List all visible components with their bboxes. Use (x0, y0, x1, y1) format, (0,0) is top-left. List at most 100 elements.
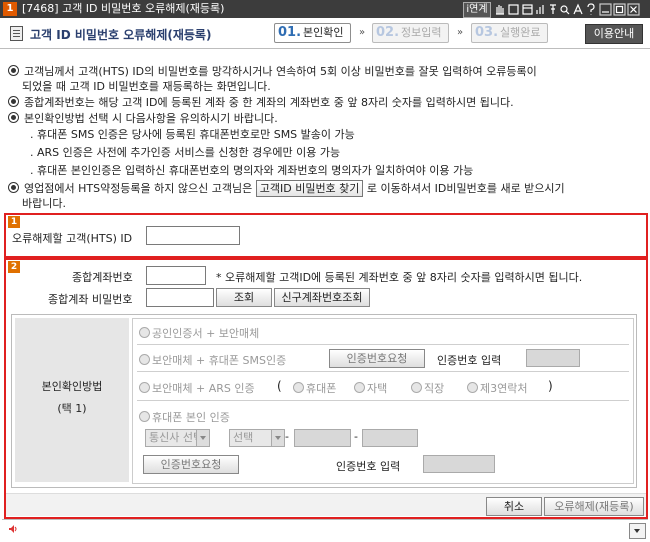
bullet-icon (8, 65, 19, 76)
window-toolbar-icons (496, 3, 640, 16)
info-line: 종합계좌번호는 해당 고객 ID에 등록된 계좌 중 한 계좌의 계좌번호 중 … (8, 95, 514, 111)
radio-ars[interactable] (139, 382, 150, 393)
info-text: 종합계좌번호는 해당 고객 ID에 등록된 계좌 중 한 계좌의 계좌번호 중 … (24, 96, 514, 109)
info-line: 본인확인방법 선택 시 다음사항을 유의하시기 바랍니다. (8, 111, 278, 127)
step-1-number: 01. (278, 25, 302, 40)
radio-certificate[interactable] (139, 327, 150, 338)
account-number-note: * 오류해제할 고객ID에 등록된 계좌번호 중 앞 8자리 숫자를 입력하시면… (216, 271, 583, 284)
section-2: 2 종합계좌번호 * 오류해제할 고객ID에 등록된 계좌번호 중 앞 8자리 … (4, 258, 648, 519)
step-arrow-icon: » (457, 27, 464, 38)
question-icon (587, 3, 595, 15)
section-1: 1 오류해제할 고객(HTS) ID (4, 213, 648, 258)
status-bar (2, 519, 648, 540)
section-1-badge: 1 (8, 216, 20, 228)
document-icon (10, 26, 23, 41)
pin-icon (550, 4, 556, 14)
option-sms[interactable]: 보안매체 + 휴대폰 SMS인증 (139, 352, 286, 368)
chevron-down-icon (271, 430, 284, 446)
ars-option-third-label: 제3연락처 (480, 382, 528, 395)
step-3-label: 실행완료 (500, 26, 541, 39)
option-certificate-label: 공인인증서 + 보안매체 (152, 327, 260, 340)
square-icon (522, 4, 533, 15)
carrier-select-value: 통신사 선택 (149, 431, 204, 444)
page-title: 고객 ID 비밀번호 오류해제(재등록) (30, 28, 212, 42)
account-password-input[interactable] (146, 288, 214, 307)
ars-open-paren: ( (277, 379, 282, 393)
phone-dash: - (285, 430, 289, 443)
step-2-number: 02. (376, 25, 400, 40)
method-label-cell: 본인확인방법 (택 1) (15, 318, 129, 482)
hand-icon (496, 5, 504, 15)
phone-prefix-value: 선택 (233, 431, 254, 444)
verification-method-table: 본인확인방법 (택 1) 공인인증서 + 보안매체 보안매체 + 휴대폰 SMS… (11, 314, 637, 488)
step-2: 02. 정보입력 (372, 23, 449, 43)
ars-close-paren: ) (548, 379, 553, 393)
account-password-label: 종합계좌 비밀번호 (48, 293, 133, 306)
hts-id-input[interactable] (146, 226, 240, 245)
phone-prefix-select[interactable]: 선택 (229, 429, 285, 447)
usage-guide-button[interactable]: 이용안내 (585, 24, 643, 44)
method-options-cell: 공인인증서 + 보안매체 보안매체 + 휴대폰 SMS인증 인증번호요청 인증번… (132, 318, 634, 484)
step-1: 01. 본인확인 (274, 23, 351, 43)
new-account-lookup-button[interactable]: 신구계좌번호조회 (274, 288, 370, 307)
ars-option-third[interactable]: 제3연락처 (467, 380, 527, 396)
bullet-icon (8, 96, 19, 107)
phone-dash: - (354, 430, 358, 443)
option-certificate[interactable]: 공인인증서 + 보안매체 (139, 325, 259, 341)
mobile-code-input[interactable] (423, 455, 495, 473)
account-number-input[interactable] (146, 266, 206, 285)
mobile-request-code-button[interactable]: 인증번호요청 (143, 455, 239, 474)
option-mobile-label: 휴대폰 본인 인증 (152, 411, 230, 424)
info-subline: . 휴대폰 SMS 인증은 당사에 등록된 휴대폰번호로만 SMS 발송이 가능 (30, 128, 355, 141)
option-sms-label: 보안매체 + 휴대폰 SMS인증 (152, 354, 287, 367)
info-subline: . 휴대폰 본인인증은 입력하신 휴대폰번호의 명의자와 계좌번호의 명의자가 … (30, 164, 474, 177)
radio-ars-work[interactable] (411, 382, 422, 393)
find-id-password-button[interactable]: 고객ID 비밀번호 찾기 (255, 180, 364, 197)
submit-reregister-button[interactable]: 오류해제(재등록) (544, 497, 644, 516)
page-header: 고객 ID 비밀번호 오류해제(재등록) 01. 본인확인 » 02. 정보입력 »… (0, 18, 650, 49)
info-subline: . ARS 인증은 사전에 추가인증 서비스를 신청한 경우에만 이용 가능 (30, 146, 341, 159)
sms-request-code-button[interactable]: 인증번호요청 (329, 349, 425, 368)
option-mobile[interactable]: 휴대폰 본인 인증 (139, 409, 230, 425)
step-1-label: 본인확인 (303, 26, 344, 39)
info-line: 고객님께서 고객(HTS) ID의 비밀번호를 망각하시거나 연속하여 5회 이… (8, 64, 537, 80)
info-line: 되었을 때 고객 ID 비밀번호를 재등록하는 화면입니다. (22, 80, 271, 93)
lookup-button[interactable]: 조회 (216, 288, 272, 307)
window-title-bar[interactable]: 1 [7468] 고객 ID 비밀번호 오류해제(재등록) i연계 (0, 0, 650, 18)
info-line: 바랍니다. (22, 197, 66, 210)
option-ars[interactable]: 보안매체 + ARS 인증 (139, 380, 255, 396)
mobile-code-label: 인증번호 입력 (336, 460, 401, 473)
phone-middle-input[interactable] (294, 429, 351, 447)
radio-ars-third[interactable] (467, 382, 478, 393)
radio-mobile[interactable] (139, 411, 150, 422)
radio-sms[interactable] (139, 354, 150, 365)
method-label: 본인확인방법 (41, 380, 103, 393)
ars-option-phone-label: 휴대폰 (306, 382, 337, 395)
cancel-button[interactable]: 취소 (486, 497, 542, 516)
step-3-number: 03. (475, 25, 499, 40)
sms-code-input[interactable] (526, 349, 580, 367)
ars-option-phone[interactable]: 휴대폰 (293, 380, 336, 396)
step-3: 03. 실행완료 (471, 23, 548, 43)
radio-ars-phone[interactable] (293, 382, 304, 393)
bullet-icon (8, 112, 19, 123)
carrier-select[interactable]: 통신사 선택 (145, 429, 210, 447)
info-line: 영업점에서 HTS약정등록을 하지 않으신 고객님은 고객ID 비밀번호 찾기 … (8, 180, 565, 197)
speaker-icon[interactable] (8, 524, 18, 534)
row-divider (137, 371, 629, 372)
account-number-label: 종합계좌번호 (72, 271, 133, 284)
status-dropdown-button[interactable] (629, 523, 646, 539)
action-bar: 취소 오류해제(재등록) (6, 493, 646, 516)
row-divider (137, 400, 629, 401)
info-text: 고객님께서 고객(HTS) ID의 비밀번호를 망각하시거나 연속하여 5회 이… (24, 65, 537, 78)
maximize-icon (613, 3, 626, 16)
row-divider (137, 344, 629, 345)
ars-option-work[interactable]: 직장 (411, 380, 444, 396)
ars-option-home[interactable]: 자택 (354, 380, 387, 396)
window-title: [7468] 고객 ID 비밀번호 오류해제(재등록) (22, 2, 225, 15)
method-choice-note: (택 1) (57, 402, 87, 415)
radio-ars-home[interactable] (354, 382, 365, 393)
link-button[interactable]: i연계 (463, 2, 491, 18)
phone-last-input[interactable] (362, 429, 418, 447)
option-ars-label: 보안매체 + ARS 인증 (152, 382, 255, 395)
